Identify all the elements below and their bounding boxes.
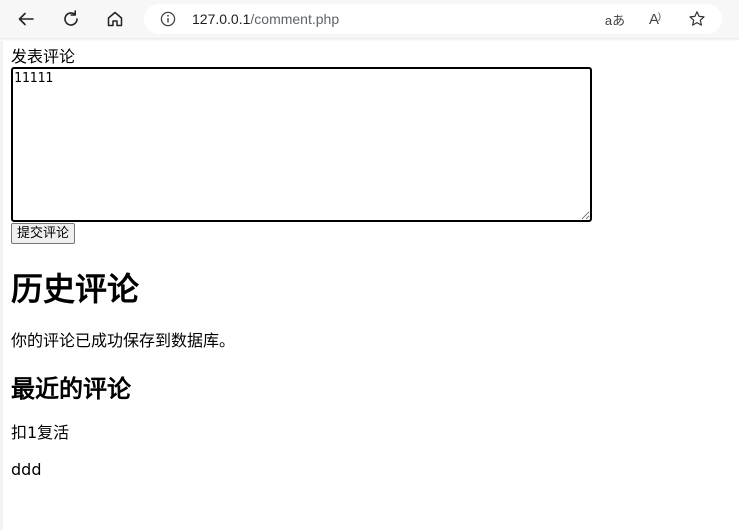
url-path: /comment.php — [250, 11, 340, 27]
refresh-icon — [64, 10, 78, 26]
back-arrow-icon — [18, 12, 34, 26]
translate-label: aあ — [604, 12, 626, 28]
submit-comment-button[interactable]: 提交评论 — [11, 223, 76, 244]
url-host: 127.0.0.1 — [192, 11, 251, 27]
page-content: 发表评论 11111 提交评论 历史评论 你的评论已成功保存到数据库。 最近的评… — [0, 41, 739, 530]
browser-toolbar: 127.0.0.1/comment.php aあ A) — [0, 0, 739, 38]
history-title: 历史评论 — [11, 270, 140, 308]
url-text[interactable]: 127.0.0.1/comment.php — [192, 10, 339, 28]
comment-item: ddd — [11, 460, 42, 479]
address-bar[interactable]: 127.0.0.1/comment.php aあ A) — [144, 4, 722, 34]
comment-form-label: 发表评论 — [11, 47, 76, 66]
comment-textarea[interactable]: 11111 — [11, 67, 592, 222]
read-aloud-icon[interactable]: A) — [644, 9, 666, 29]
home-icon — [107, 11, 123, 27]
translate-icon[interactable]: aあ — [604, 9, 626, 29]
favorite-star-icon[interactable] — [686, 9, 708, 29]
comment-item: 扣1复活 — [11, 423, 70, 442]
home-button[interactable] — [100, 4, 130, 34]
recent-comments-title: 最近的评论 — [11, 375, 131, 403]
site-info-icon[interactable] — [160, 11, 176, 31]
back-button[interactable] — [11, 4, 41, 34]
refresh-button[interactable] — [56, 4, 86, 34]
page-edge — [0, 41, 3, 530]
status-message: 你的评论已成功保存到数据库。 — [11, 331, 236, 350]
